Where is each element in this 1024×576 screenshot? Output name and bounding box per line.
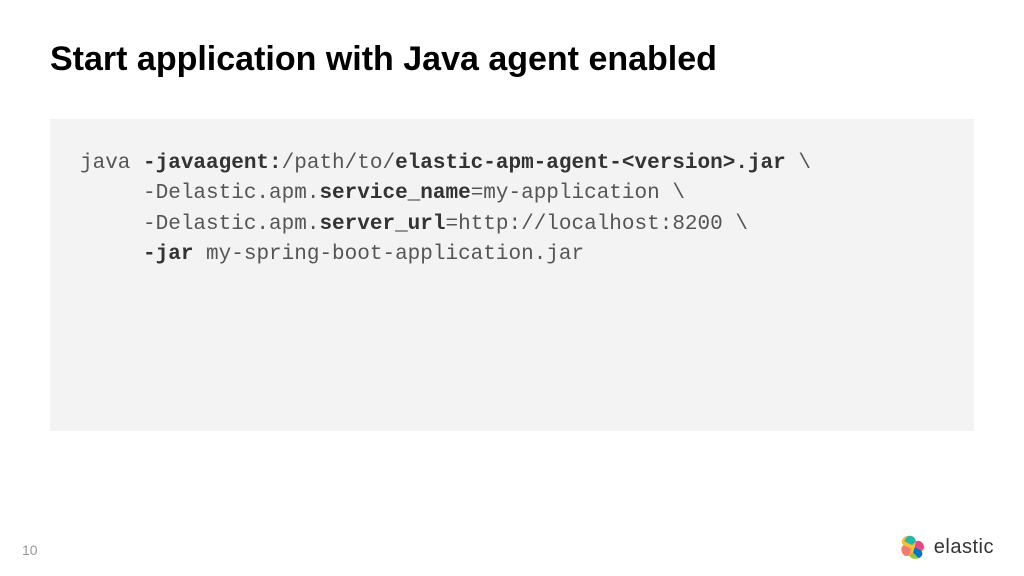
code-text: -Delastic.apm.: [80, 182, 319, 205]
code-text: java: [80, 152, 143, 175]
code-text: -javaagent:: [143, 152, 282, 175]
code-text: -jar: [143, 243, 193, 266]
elastic-logo-text: elastic: [934, 536, 994, 559]
code-block: java -javaagent:/path/to/elastic-apm-age…: [50, 119, 974, 431]
code-text: =http://localhost:8200 \: [445, 213, 747, 236]
code-text: my-spring-boot-application.jar: [193, 243, 584, 266]
code-text: server_url: [319, 213, 445, 236]
code-text: \: [786, 152, 811, 175]
code-text: elastic-apm-agent-<version>.jar: [395, 152, 786, 175]
code-text: service_name: [319, 182, 470, 205]
code-text: /path/to/: [282, 152, 395, 175]
code-text: -Delastic.apm.: [80, 213, 319, 236]
slide: Start application with Java agent enable…: [0, 0, 1024, 576]
page-number: 10: [22, 542, 38, 558]
elastic-logo-icon: [898, 532, 928, 562]
slide-title: Start application with Java agent enable…: [50, 40, 974, 79]
elastic-logo: elastic: [898, 532, 994, 562]
code-text: =my-application \: [471, 182, 685, 205]
code-text: [80, 243, 143, 266]
